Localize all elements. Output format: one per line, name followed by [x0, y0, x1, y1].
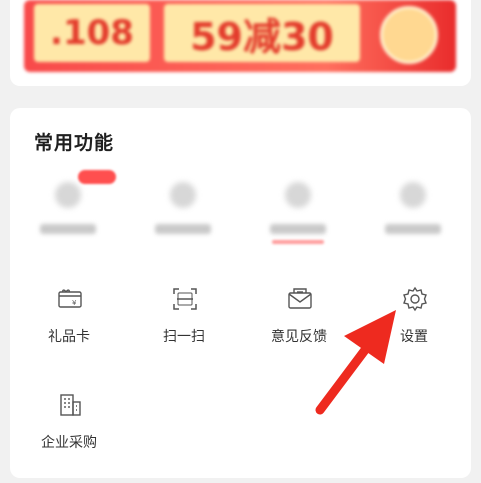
promo-banner-card[interactable]: .108 59减30	[10, 0, 471, 86]
function-label: 意见反馈	[271, 329, 327, 345]
function-gift-card[interactable]: ¥ 礼品卡	[14, 286, 124, 356]
blurred-underline	[272, 240, 324, 244]
blurred-icon	[285, 182, 311, 208]
function-enterprise-purchase[interactable]: 企业采购	[14, 392, 124, 462]
blurred-label	[385, 224, 441, 234]
blurred-label	[40, 224, 96, 234]
promo-banner[interactable]: .108 59减30	[24, 0, 456, 72]
function-label: 扫一扫	[163, 329, 205, 345]
blurred-function-3[interactable]	[242, 180, 352, 250]
promo-coupon-1[interactable]: .108	[34, 4, 150, 62]
blurred-label	[270, 224, 326, 234]
blurred-icon	[400, 182, 426, 208]
function-scan[interactable]: 扫一扫	[129, 286, 239, 356]
promo-coupon-2[interactable]: 59减30	[164, 4, 360, 62]
common-functions-card: 常用功能 ¥ 礼品卡 扫一扫 意见反馈 设置 企业采购	[10, 108, 471, 478]
function-feedback[interactable]: 意见反馈	[244, 286, 354, 356]
function-label: 企业采购	[41, 435, 97, 451]
svg-text:¥: ¥	[72, 299, 77, 307]
function-settings[interactable]: 设置	[359, 286, 469, 356]
blurred-function-4[interactable]	[357, 180, 467, 250]
feedback-icon	[287, 286, 313, 312]
gift-card-icon: ¥	[57, 286, 83, 312]
function-label: 设置	[400, 329, 428, 345]
function-label: 礼品卡	[48, 329, 90, 345]
blurred-icon	[170, 182, 196, 208]
gear-icon	[402, 286, 428, 312]
new-badge	[78, 170, 116, 184]
blurred-function-1[interactable]	[12, 170, 122, 250]
promo-badge[interactable]	[380, 6, 438, 64]
section-title: 常用功能	[34, 132, 115, 154]
blurred-function-2[interactable]	[127, 180, 237, 250]
blurred-icon	[55, 182, 81, 208]
blurred-label	[155, 224, 211, 234]
building-icon	[57, 392, 83, 418]
scan-icon	[172, 286, 198, 312]
